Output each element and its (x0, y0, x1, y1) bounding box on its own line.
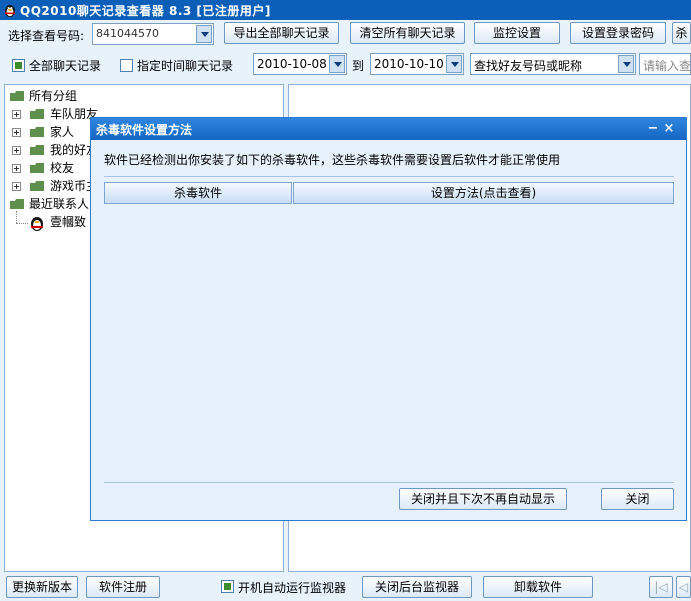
uninstall-button[interactable]: 卸载软件 (483, 576, 593, 598)
expand-icon[interactable] (12, 128, 21, 137)
autostart-label: 开机自动运行监视器 (238, 581, 347, 595)
account-label: 选择查看号码: (8, 29, 85, 43)
date-to-value: 2010-10-10 (374, 57, 444, 71)
monitor-settings-button[interactable]: 监控设置 (474, 22, 560, 44)
dialog-title: 杀毒软件设置方法 (96, 123, 193, 137)
search-type-select[interactable]: 查找好友号码或昵称 (470, 53, 636, 75)
window-titlebar: QQ2010聊天记录查看器 8.3 [已注册用户] (0, 0, 691, 20)
date-from-value: 2010-10-08 (257, 57, 327, 71)
folder-icon (30, 127, 44, 137)
expand-icon[interactable] (12, 110, 21, 119)
folder-icon (10, 91, 24, 101)
folder-icon (30, 181, 44, 191)
search-type-value: 查找好友号码或昵称 (474, 59, 583, 73)
dialog-message: 软件已经检测出你安装了如下的杀毒软件，这些杀毒软件需要设置后软件才能正常使用 (104, 153, 561, 167)
folder-icon (10, 199, 24, 209)
chevron-down-icon[interactable] (329, 55, 345, 73)
minimize-icon[interactable]: − (646, 121, 660, 136)
dialog-titlebar[interactable]: 杀毒软件设置方法 − × (91, 118, 686, 140)
all-records-radio[interactable] (12, 59, 25, 72)
date-from-picker[interactable]: 2010-10-08 (253, 53, 347, 75)
nav-prev-icon[interactable]: ◁ (676, 576, 691, 598)
qq-avatar-icon (28, 214, 46, 232)
divider (104, 176, 674, 177)
tree-connector (16, 223, 28, 224)
tree-root-all-groups[interactable]: 所有分组 (29, 87, 77, 105)
to-label: 到 (352, 59, 365, 73)
account-select[interactable]: 841044570 (92, 23, 214, 45)
tree-connector (16, 211, 17, 223)
nav-first-icon[interactable]: |◁ (649, 576, 673, 598)
update-version-button[interactable]: 更换新版本 (6, 576, 78, 598)
date-to-picker[interactable]: 2010-10-10 (370, 53, 464, 75)
time-range-label: 指定时间聊天记录 (137, 59, 234, 73)
register-button[interactable]: 软件注册 (86, 576, 160, 598)
expand-icon[interactable] (12, 182, 21, 191)
time-range-radio[interactable] (120, 59, 133, 72)
tree-recent-contacts[interactable]: 最近联系人 (29, 195, 89, 213)
antivirus-settings-dialog: 杀毒软件设置方法 − × 软件已经检测出你安装了如下的杀毒软件，这些杀毒软件需要… (90, 117, 687, 521)
column-header-method[interactable]: 设置方法(点击查看) (293, 182, 674, 204)
close-icon[interactable]: × (662, 121, 676, 136)
search-placeholder: 请输入查 (643, 59, 691, 73)
antivirus-table[interactable]: 杀毒软件 设置方法(点击查看) (104, 182, 674, 482)
chevron-down-icon[interactable] (446, 55, 462, 73)
close-button[interactable]: 关闭 (601, 488, 674, 510)
tree-recent-contact-item[interactable]: 壹幗致 (50, 213, 86, 231)
set-password-button[interactable]: 设置登录密码 (570, 22, 666, 44)
chevron-down-icon[interactable] (196, 25, 212, 43)
column-header-antivirus[interactable]: 杀毒软件 (104, 182, 292, 204)
autostart-checkbox[interactable] (221, 580, 234, 593)
folder-icon (30, 163, 44, 173)
folder-icon (30, 145, 44, 155)
folder-icon (30, 109, 44, 119)
window-title: QQ2010聊天记录查看器 8.3 [已注册用户] (20, 4, 271, 18)
tree-group-item[interactable]: 校友 (50, 159, 74, 177)
antivirus-button[interactable]: 杀 (672, 22, 691, 44)
qq-penguin-icon (5, 5, 15, 17)
expand-icon[interactable] (12, 164, 21, 173)
search-input[interactable]: 请输入查 (639, 53, 691, 75)
export-all-button[interactable]: 导出全部聊天记录 (224, 22, 339, 44)
divider (104, 482, 674, 483)
tree-group-item[interactable]: 家人 (50, 123, 74, 141)
expand-icon[interactable] (12, 146, 21, 155)
close-monitor-button[interactable]: 关闭后台监视器 (362, 576, 472, 598)
chevron-down-icon[interactable] (618, 55, 634, 73)
account-value: 841044570 (96, 27, 159, 40)
clear-all-button[interactable]: 清空所有聊天记录 (350, 22, 465, 44)
all-records-label: 全部聊天记录 (29, 59, 102, 73)
close-no-show-button[interactable]: 关闭并且下次不再自动显示 (399, 488, 567, 510)
